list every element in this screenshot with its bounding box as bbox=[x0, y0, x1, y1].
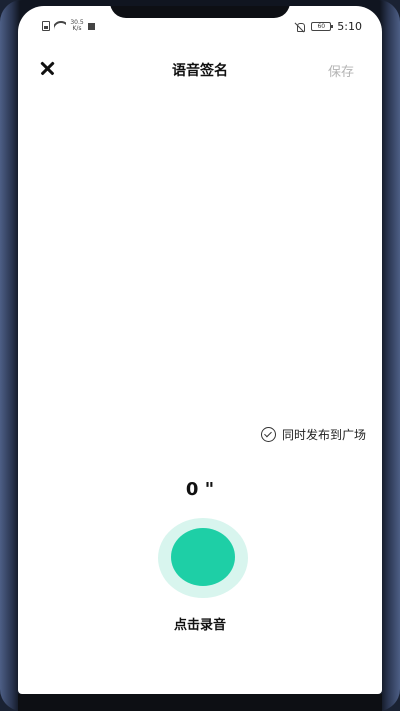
network-speed-unit: K/s bbox=[72, 25, 82, 32]
status-time: 5:10 bbox=[337, 20, 362, 33]
record-button[interactable] bbox=[158, 518, 248, 598]
camera-notch bbox=[110, 6, 290, 18]
notification-app-icon bbox=[88, 22, 95, 30]
app-screen: 30.5 K/s 60 5:10 语音签名 保存 同时发布到广场 0 " 点击录… bbox=[18, 6, 382, 694]
top-bar: 语音签名 保存 bbox=[18, 52, 382, 84]
record-button-core[interactable] bbox=[171, 528, 235, 586]
sim-icon bbox=[42, 21, 50, 31]
status-right: 60 5:10 bbox=[295, 20, 362, 33]
status-left: 30.5 K/s bbox=[42, 20, 95, 32]
bell-off-icon bbox=[295, 22, 306, 32]
bottom-bezel bbox=[18, 694, 382, 711]
status-bar: 30.5 K/s 60 5:10 bbox=[18, 18, 382, 38]
sync-to-square-label: 同时发布到广场 bbox=[281, 428, 366, 442]
network-speed: 30.5 K/s bbox=[70, 20, 84, 32]
check-circle-icon[interactable] bbox=[260, 427, 276, 442]
sync-to-square-option[interactable]: 同时发布到广场 bbox=[260, 426, 366, 443]
battery-icon: 60 bbox=[311, 22, 334, 31]
wifi-icon bbox=[54, 21, 66, 31]
record-label: 点击录音 bbox=[173, 618, 226, 633]
recording-timer: 0 " bbox=[185, 479, 215, 500]
save-button[interactable]: 保存 bbox=[328, 61, 354, 80]
